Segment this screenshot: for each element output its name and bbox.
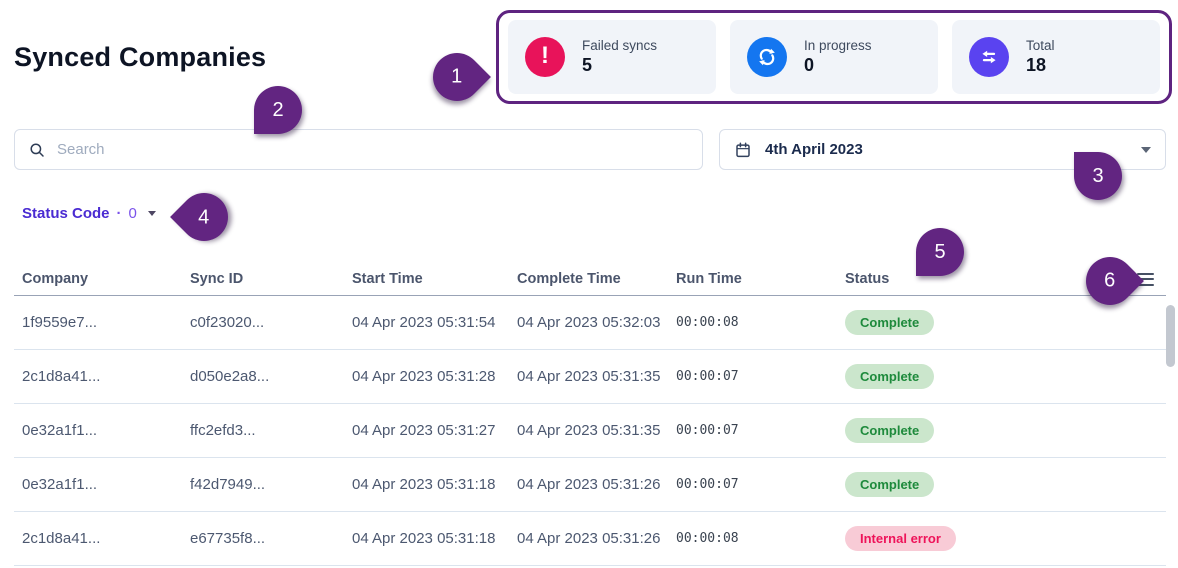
column-header-sync-id[interactable]: Sync ID bbox=[190, 271, 352, 287]
table-row[interactable]: 0e32a1f1... ffc2efd3... 04 Apr 2023 05:3… bbox=[14, 404, 1166, 458]
vertical-scrollbar[interactable] bbox=[1166, 305, 1175, 367]
complete-time-cell: 04 Apr 2023 05:31:26 bbox=[517, 530, 661, 547]
company-cell: 2c1d8a41... bbox=[22, 530, 101, 547]
sync-id-cell: f42d7949... bbox=[190, 476, 266, 493]
transfer-icon bbox=[969, 37, 1009, 77]
run-time-cell: 00:00:08 bbox=[676, 315, 739, 330]
column-header-run-time[interactable]: Run Time bbox=[676, 271, 845, 287]
status-badge: Complete bbox=[845, 472, 935, 497]
chevron-down-icon[interactable] bbox=[1141, 146, 1151, 153]
annotation-badge-1: 1 bbox=[423, 43, 491, 111]
run-time-cell: 00:00:07 bbox=[676, 369, 739, 384]
status-badge: Complete bbox=[845, 364, 935, 389]
start-time-cell: 04 Apr 2023 05:31:18 bbox=[352, 476, 496, 493]
alert-icon: ! bbox=[525, 37, 565, 77]
status-code-separator: · bbox=[116, 205, 122, 222]
status-badge: Internal error bbox=[845, 526, 956, 551]
failed-syncs-value: 5 bbox=[582, 55, 593, 75]
status-cell: Complete bbox=[845, 364, 1166, 389]
failed-syncs-label: Failed syncs bbox=[582, 38, 658, 53]
annotation-badge-4: 4 bbox=[170, 183, 238, 251]
sync-id-cell: e67735f8... bbox=[190, 530, 266, 547]
run-time-cell: 00:00:07 bbox=[676, 423, 739, 438]
table-header: Company Sync ID Start Time Complete Time… bbox=[14, 263, 1166, 296]
search-box[interactable] bbox=[14, 129, 703, 170]
column-header-start-time[interactable]: Start Time bbox=[352, 271, 517, 287]
annotation-badge-3: 3 bbox=[1074, 152, 1122, 200]
status-badge: Complete bbox=[845, 418, 935, 443]
run-time-cell: 00:00:08 bbox=[676, 531, 739, 546]
status-badge: Complete bbox=[845, 310, 935, 335]
search-icon bbox=[30, 142, 44, 157]
sync-id-cell: c0f23020... bbox=[190, 314, 265, 331]
complete-time-cell: 04 Apr 2023 05:31:35 bbox=[517, 368, 661, 385]
failed-syncs-card: ! Failed syncs 5 bbox=[508, 20, 716, 94]
search-input[interactable] bbox=[57, 141, 689, 158]
syncs-table: Company Sync ID Start Time Complete Time… bbox=[14, 263, 1166, 566]
chevron-down-icon bbox=[147, 211, 156, 216]
complete-time-cell: 04 Apr 2023 05:31:26 bbox=[517, 476, 661, 493]
table-row[interactable]: 0e32a1f1... f42d7949... 04 Apr 2023 05:3… bbox=[14, 458, 1166, 512]
company-cell: 0e32a1f1... bbox=[22, 476, 98, 493]
annotation-badge-5: 5 bbox=[916, 228, 964, 276]
table-row[interactable]: 2c1d8a41... d050e2a8... 04 Apr 2023 05:3… bbox=[14, 350, 1166, 404]
start-time-cell: 04 Apr 2023 05:31:27 bbox=[352, 422, 496, 439]
sync-icon bbox=[747, 37, 787, 77]
status-code-filter[interactable]: Status Code · 0 bbox=[22, 205, 156, 222]
in-progress-card: In progress 0 bbox=[730, 20, 938, 94]
sync-id-cell: ffc2efd3... bbox=[190, 422, 256, 439]
table-row[interactable]: 1f9559e7... c0f23020... 04 Apr 2023 05:3… bbox=[14, 296, 1166, 350]
column-header-company[interactable]: Company bbox=[22, 271, 190, 287]
page-title: Synced Companies bbox=[14, 42, 267, 72]
total-value: 18 bbox=[1026, 55, 1047, 75]
in-progress-value: 0 bbox=[804, 55, 815, 75]
company-cell: 1f9559e7... bbox=[22, 314, 98, 331]
total-card: Total 18 bbox=[952, 20, 1160, 94]
start-time-cell: 04 Apr 2023 05:31:54 bbox=[352, 314, 496, 331]
exclamation-glyph: ! bbox=[541, 42, 549, 69]
in-progress-label: In progress bbox=[804, 38, 872, 53]
status-cell: Internal error bbox=[845, 526, 1166, 551]
stats-annotation-frame: ! Failed syncs 5 In progress 0 Total 18 bbox=[496, 10, 1172, 104]
status-cell: Complete bbox=[845, 418, 1166, 443]
status-cell: Complete bbox=[845, 310, 1166, 335]
date-value: 4th April 2023 bbox=[765, 141, 863, 158]
synced-companies-page: Synced Companies ! Failed syncs 5 In pro… bbox=[0, 0, 1178, 568]
total-label: Total bbox=[1026, 38, 1055, 53]
table-row[interactable]: 2c1d8a41... e67735f8... 04 Apr 2023 05:3… bbox=[14, 512, 1166, 566]
company-cell: 2c1d8a41... bbox=[22, 368, 101, 385]
complete-time-cell: 04 Apr 2023 05:31:35 bbox=[517, 422, 661, 439]
calendar-icon bbox=[736, 142, 750, 157]
column-header-complete-time[interactable]: Complete Time bbox=[517, 271, 676, 287]
sync-id-cell: d050e2a8... bbox=[190, 368, 270, 385]
start-time-cell: 04 Apr 2023 05:31:28 bbox=[352, 368, 496, 385]
annotation-badge-2: 2 bbox=[254, 86, 302, 134]
company-cell: 0e32a1f1... bbox=[22, 422, 98, 439]
status-code-value: 0 bbox=[128, 205, 137, 222]
status-code-label: Status Code bbox=[22, 205, 110, 222]
complete-time-cell: 04 Apr 2023 05:32:03 bbox=[517, 314, 661, 331]
run-time-cell: 00:00:07 bbox=[676, 477, 739, 492]
status-cell: Complete bbox=[845, 472, 1166, 497]
start-time-cell: 04 Apr 2023 05:31:18 bbox=[352, 530, 496, 547]
